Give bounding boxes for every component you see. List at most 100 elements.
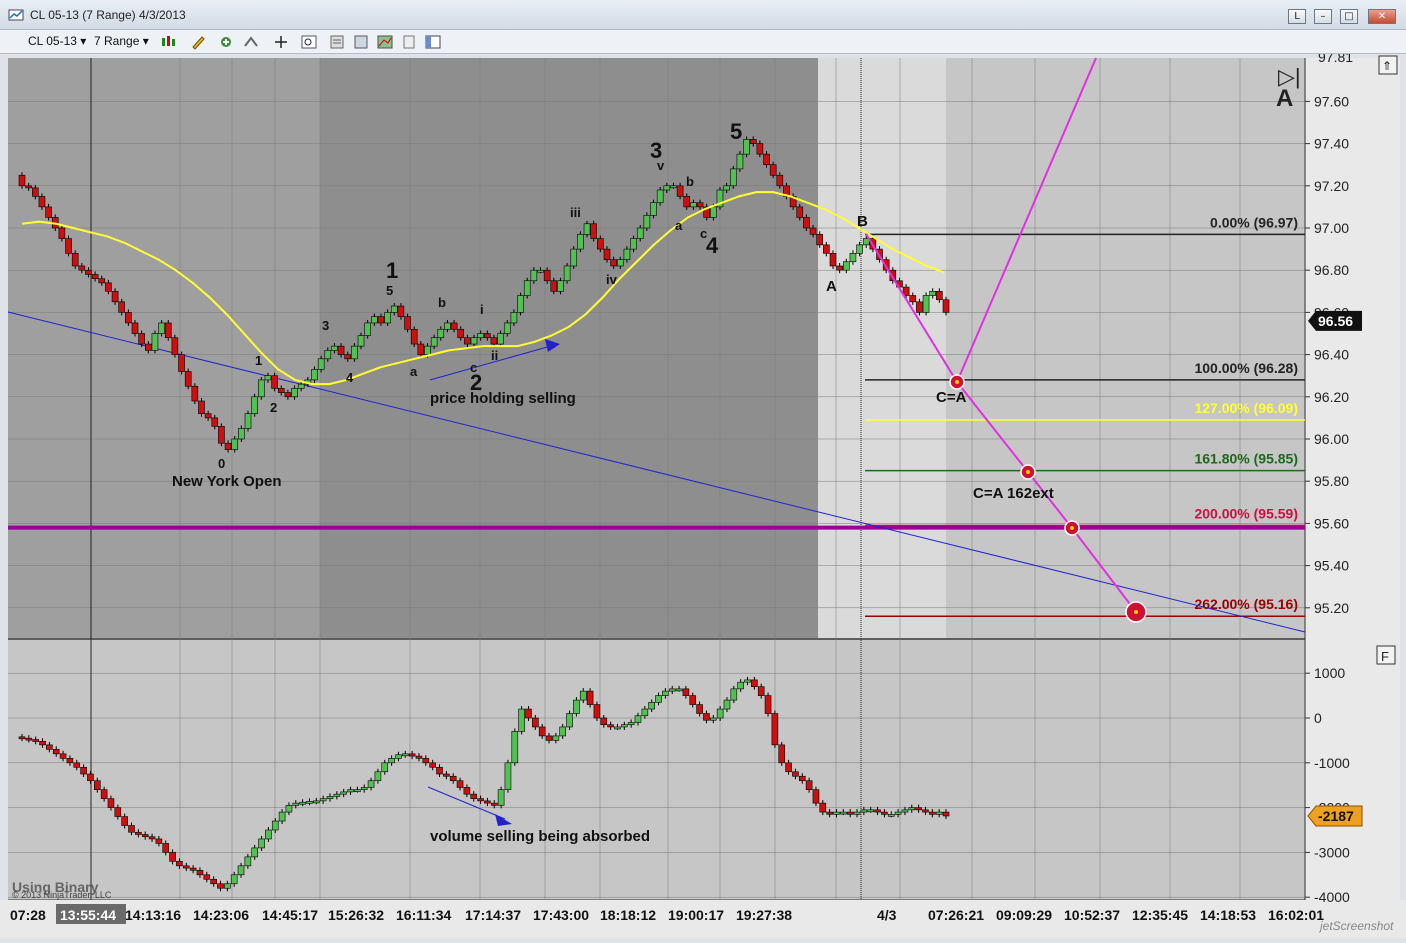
time-tick-label: 19:27:38 (736, 907, 792, 923)
delta-candle-body (655, 695, 662, 703)
wave-label: B (857, 213, 868, 230)
candle-body (729, 168, 737, 187)
maximize-button[interactable]: □ (1340, 9, 1358, 24)
pencil-draw-icon[interactable] (190, 34, 208, 50)
period-selector[interactable]: 7 Range ▾ (94, 34, 149, 48)
time-tick-label: 4/3 (877, 907, 897, 923)
candle-body (65, 238, 72, 254)
lower-tick-label: -4000 (1314, 889, 1350, 905)
brand-watermark: jetScreenshot (1318, 919, 1394, 933)
projection-node-center (1026, 470, 1030, 474)
candle-body (610, 259, 617, 267)
time-tick-label: 07:28 (10, 907, 46, 923)
data-box-icon[interactable] (352, 34, 370, 50)
delta-candle-body (203, 874, 211, 880)
candle-body (517, 295, 524, 313)
candle-body (809, 227, 817, 235)
delta-candle-body (730, 688, 738, 701)
delta-candle-body (25, 737, 33, 741)
delta-candle-body (942, 811, 950, 817)
delta-candle-body (107, 798, 115, 808)
delta-candle-body (901, 809, 909, 813)
template-icon[interactable] (400, 34, 418, 50)
delta-candle-body (600, 717, 608, 726)
candle-body (384, 312, 391, 324)
candle-body (251, 396, 258, 414)
delta-candle-body (443, 773, 450, 777)
delta-candle-body (627, 722, 635, 726)
zoom-icon[interactable] (300, 34, 318, 50)
candle-body (105, 282, 112, 292)
delta-candle-body (278, 811, 286, 822)
delta-candle-body (449, 775, 457, 782)
annotation-new-york-open: New York Open (172, 473, 281, 490)
delta-candle-body (415, 755, 423, 759)
strategy-icon[interactable] (242, 34, 260, 50)
delta-candle-body (93, 780, 101, 790)
crosshair-icon[interactable] (272, 34, 290, 50)
time-tick-label: 12:35:45 (1132, 907, 1188, 923)
wave-label: C=A 162ext (973, 485, 1054, 502)
time-tick-label: 18:18:12 (600, 907, 656, 923)
delta-candle-body (908, 807, 916, 811)
delta-candle-body (271, 820, 279, 831)
projection-node-center (1070, 526, 1074, 530)
candle-body (178, 354, 185, 372)
delta-candle-body (812, 789, 820, 804)
price-tick-label: 97.20 (1314, 178, 1349, 194)
chart-trader-icon[interactable] (376, 34, 394, 50)
candle-body (297, 383, 305, 389)
link-button[interactable]: L (1288, 9, 1306, 24)
app-icon (8, 9, 24, 21)
wave-label: 4 (346, 370, 354, 385)
instrument-selector[interactable]: CL 05-13 ▾ (28, 34, 86, 48)
candle-body (823, 244, 830, 254)
delta-candle-body (429, 762, 436, 768)
properties-icon[interactable] (328, 34, 346, 50)
wave-label: a (675, 218, 683, 233)
delta-candle-body (230, 874, 238, 885)
candle-body (537, 269, 544, 273)
delta-candle-body (169, 852, 176, 862)
delta-candle-body (128, 825, 135, 833)
close-button[interactable]: ✕ (1368, 9, 1396, 24)
minimize-button[interactable]: – (1314, 9, 1332, 24)
wave-label: a (410, 364, 418, 379)
chart-svg[interactable]: 0.00% (96.97) 100.00% (96.28) 127.00% (96.… (0, 49, 1406, 938)
delta-candle-body (18, 736, 26, 740)
delta-candle-body (867, 809, 875, 813)
copyright-text: © 2013 NinjaTrader, LLC (12, 890, 112, 900)
instrument-label: CL 05-13 (28, 34, 77, 48)
delta-candle-body (319, 798, 327, 802)
lower-tick-label: 1000 (1314, 665, 1345, 681)
add-indicator-icon[interactable] (218, 34, 236, 50)
window-layout-icon[interactable] (424, 34, 442, 50)
delta-candle-body (333, 793, 341, 797)
delta-candle-body (395, 754, 402, 759)
annotation-volume-absorbed: volume selling being absorbed (430, 828, 650, 845)
candle-body (683, 196, 691, 208)
time-tick-label: 14:23:06 (193, 907, 249, 923)
delta-candle-body (217, 883, 224, 889)
bar-type-icon[interactable] (160, 34, 178, 50)
chart-area[interactable]: 0.00% (96.97) 100.00% (96.28) 127.00% (96.… (0, 49, 1406, 938)
delta-candle-body (326, 796, 334, 799)
delta-candle-body (59, 753, 67, 759)
candle-body (503, 322, 511, 334)
wave-label: iv (606, 272, 618, 287)
delta-candle-body (347, 789, 354, 793)
delta-candle-body (792, 771, 799, 777)
candle-body (749, 139, 757, 144)
time-tick-label: 17:43:00 (533, 907, 589, 923)
delta-candle-body (833, 811, 840, 815)
candle-body (650, 202, 657, 216)
delta-candle-body (744, 679, 751, 683)
delta-candle-body (162, 843, 170, 853)
delta-candle-body (785, 762, 792, 773)
delta-candle-body (648, 702, 655, 710)
candle-body (663, 185, 671, 191)
candle-body (597, 238, 604, 250)
delta-candle-body (545, 735, 553, 741)
chart-toolbar: CL 05-13 ▾ 7 Range ▾ (0, 30, 1406, 54)
delta-candle-body (32, 739, 39, 742)
